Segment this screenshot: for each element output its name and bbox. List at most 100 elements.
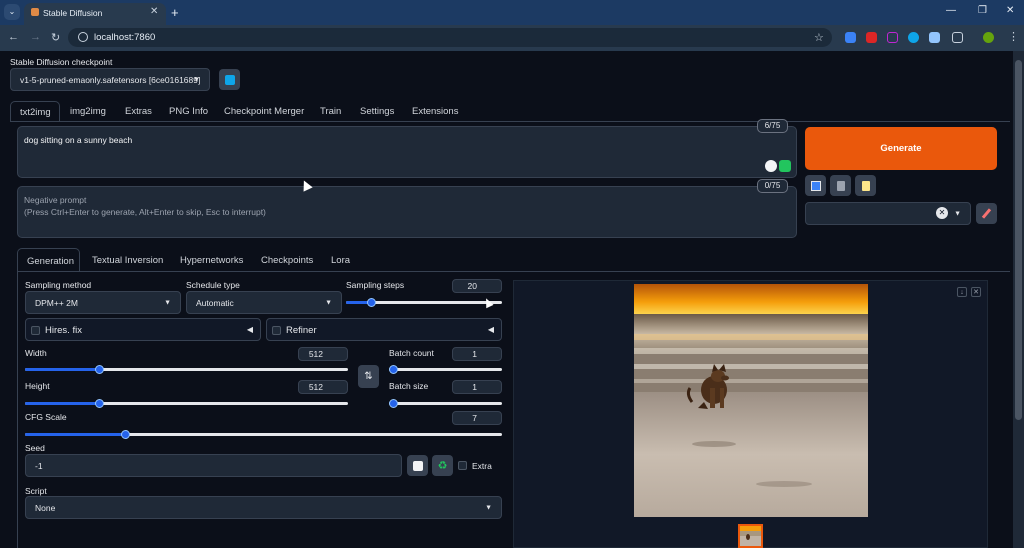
forward-icon[interactable]: →: [30, 31, 41, 43]
hires-fix-checkbox[interactable]: [31, 326, 40, 335]
width-slider[interactable]: [25, 365, 348, 374]
tab-img2img[interactable]: img2img: [70, 106, 106, 117]
slider-thumb[interactable]: [95, 365, 105, 374]
extension-youtube-icon[interactable]: [866, 32, 877, 43]
site-info-icon[interactable]: [78, 32, 88, 42]
reload-icon[interactable]: ↻: [51, 31, 60, 44]
cfg-scale-slider[interactable]: [25, 430, 502, 439]
reuse-seed-button[interactable]: ♻: [432, 455, 453, 476]
tab-extensions[interactable]: Extensions: [412, 106, 458, 117]
tab-textual-inversion[interactable]: Textual Inversion: [92, 255, 163, 266]
collapse-arrow-icon: ◀: [487, 325, 494, 334]
extension-globe-icon[interactable]: [908, 32, 919, 43]
dice-icon: [412, 460, 423, 471]
slider-track[interactable]: [389, 368, 502, 371]
tab-png-info[interactable]: PNG Info: [169, 106, 208, 117]
tab-txt2img[interactable]: txt2img: [10, 101, 60, 122]
width-input[interactable]: 512: [298, 347, 348, 361]
clear-prompt-button[interactable]: [830, 175, 851, 196]
tab-train[interactable]: Train: [320, 106, 341, 117]
tab-generation[interactable]: Generation: [17, 248, 80, 271]
sampling-method-dropdown[interactable]: DPM++ 2M ▼: [25, 291, 181, 314]
sampling-steps-input[interactable]: 20: [452, 279, 502, 293]
random-seed-button[interactable]: [407, 455, 428, 476]
schedule-type-value: Automatic: [196, 297, 234, 308]
clear-icon[interactable]: ✕: [936, 207, 948, 219]
batch-size-input[interactable]: 1: [452, 380, 502, 394]
chevron-down-icon: ▼: [164, 299, 171, 306]
generated-image[interactable]: [634, 284, 868, 517]
negative-token-counter: 0/75: [757, 179, 788, 193]
extra-seed-checkbox[interactable]: [458, 461, 467, 470]
slider-track[interactable]: [389, 402, 502, 405]
paint-icon[interactable]: [765, 160, 777, 172]
tab-hypernetworks[interactable]: Hypernetworks: [180, 255, 243, 266]
cfg-scale-input[interactable]: 7: [452, 411, 502, 425]
tab-close-icon[interactable]: ✕: [150, 6, 158, 17]
schedule-type-dropdown[interactable]: Automatic ▼: [186, 291, 342, 314]
tabs-divider: [10, 121, 1010, 122]
batch-size-slider[interactable]: [389, 399, 502, 408]
tab-checkpoints[interactable]: Checkpoints: [261, 255, 313, 266]
hires-fix-accordion[interactable]: Hires. fix ◀: [25, 318, 261, 341]
refiner-checkbox[interactable]: [272, 326, 281, 335]
tab-lora[interactable]: Lora: [331, 255, 350, 266]
prompt-textarea[interactable]: [17, 126, 797, 178]
batch-count-input[interactable]: 1: [452, 347, 502, 361]
script-value: None: [35, 502, 56, 513]
address-text: localhost:7860: [94, 32, 156, 43]
window-close-icon[interactable]: ✕: [1006, 5, 1014, 16]
tab-extras[interactable]: Extras: [125, 106, 152, 117]
bookmark-star-icon[interactable]: ☆: [814, 31, 824, 44]
paste-button[interactable]: [855, 175, 876, 196]
batch-size-label: Batch size: [389, 381, 429, 391]
refiner-accordion[interactable]: Refiner ◀: [266, 318, 502, 341]
download-icon[interactable]: ↓: [957, 287, 967, 297]
tab-search-icon[interactable]: ⌄: [4, 4, 20, 20]
slider-thumb[interactable]: [389, 365, 398, 374]
page-scroll-thumb[interactable]: [1015, 60, 1022, 420]
styles-dropdown[interactable]: ✕ ▼: [805, 202, 971, 225]
brush-icon: [981, 208, 992, 219]
generate-button[interactable]: Generate: [805, 127, 997, 170]
close-gallery-icon[interactable]: ✕: [971, 287, 981, 297]
batch-count-label: Batch count: [389, 348, 434, 358]
tab-checkpoint-merger[interactable]: Checkpoint Merger: [224, 106, 304, 117]
refresh-checkpoint-button[interactable]: [219, 69, 240, 90]
collapse-arrow-icon: ◀: [246, 325, 253, 334]
tab-settings[interactable]: Settings: [360, 106, 394, 117]
seed-value: -1: [35, 460, 43, 471]
extension-shield-icon[interactable]: [845, 32, 856, 43]
swap-dimensions-button[interactable]: ⇅: [358, 365, 379, 388]
favicon-icon: [31, 8, 39, 16]
edit-styles-button[interactable]: [976, 203, 997, 224]
back-icon[interactable]: ←: [8, 31, 19, 43]
gallery-thumbnail[interactable]: [738, 524, 763, 548]
slider-thumb[interactable]: [366, 298, 376, 307]
slider-thumb[interactable]: [95, 399, 105, 408]
height-slider[interactable]: [25, 399, 348, 408]
sampling-steps-label: Sampling steps: [346, 280, 405, 290]
schedule-type-label: Schedule type: [186, 280, 240, 290]
sampling-steps-slider[interactable]: [346, 298, 502, 307]
new-tab-icon[interactable]: +: [171, 5, 179, 20]
batch-count-slider[interactable]: [389, 365, 502, 374]
robot-icon[interactable]: [779, 160, 791, 172]
slider-thumb[interactable]: [121, 430, 131, 439]
seed-input[interactable]: -1: [25, 454, 402, 477]
extension-tag-icon[interactable]: [929, 32, 940, 43]
sampling-method-label: Sampling method: [25, 280, 92, 290]
extension-circle-icon[interactable]: [887, 32, 898, 43]
width-label: Width: [25, 348, 47, 358]
extensions-puzzle-icon[interactable]: [952, 32, 963, 43]
profile-avatar[interactable]: [983, 32, 994, 43]
browser-menu-icon[interactable]: ⋮: [1008, 30, 1019, 43]
address-bar[interactable]: [68, 28, 832, 47]
minimize-icon[interactable]: —: [946, 5, 956, 16]
restore-icon[interactable]: ❐: [978, 5, 987, 16]
apply-styles-button[interactable]: [805, 175, 826, 196]
script-dropdown[interactable]: None ▼: [25, 496, 502, 519]
slider-thumb[interactable]: [389, 399, 398, 408]
height-input[interactable]: 512: [298, 380, 348, 394]
checkpoint-dropdown[interactable]: v1-5-pruned-emaonly.safetensors [6ce0161…: [10, 68, 210, 91]
